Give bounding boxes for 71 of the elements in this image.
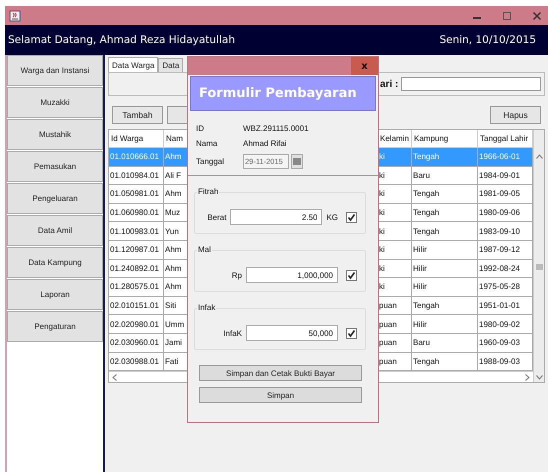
field-label: Berat bbox=[207, 212, 226, 222]
field-label: Nama bbox=[196, 139, 218, 148]
table-cell[interactable]: 01.280575.01 bbox=[109, 278, 164, 297]
app-icon bbox=[9, 10, 21, 22]
column-header[interactable]: Kampung bbox=[412, 130, 478, 148]
table-cell[interactable]: 01.120987.01 bbox=[109, 240, 164, 260]
table-cell[interactable]: Hilir bbox=[412, 315, 478, 334]
table-cell[interactable]: 01.010984.01 bbox=[109, 166, 164, 186]
sidebar-button[interactable]: Muzakki bbox=[7, 87, 103, 118]
delete-button[interactable]: Hapus bbox=[490, 106, 541, 124]
column-header[interactable]: Id Warga bbox=[109, 130, 164, 148]
sidebar-button[interactable]: Data Amil bbox=[7, 215, 103, 246]
checkbox[interactable] bbox=[346, 270, 357, 280]
maximize-icon[interactable] bbox=[502, 10, 512, 20]
sidebar-button[interactable]: Pengeluaran bbox=[7, 183, 103, 214]
table-cell[interactable]: 02.010151.01 bbox=[109, 296, 164, 316]
field-value: WBZ.291115.0001 bbox=[243, 124, 309, 133]
table-cell[interactable]: 02.030960.01 bbox=[109, 334, 164, 353]
table-cell[interactable]: 02.020980.01 bbox=[109, 315, 164, 334]
table-cell[interactable]: Hilir bbox=[412, 278, 478, 297]
amount-field[interactable]: 2.50 bbox=[230, 209, 322, 225]
sidebar-button[interactable]: Pemasukan bbox=[7, 151, 103, 182]
field-label: ID bbox=[196, 124, 205, 133]
unit-label: KG bbox=[326, 212, 338, 222]
tab[interactable]: Data bbox=[158, 58, 184, 72]
add-button[interactable]: Tambah bbox=[112, 106, 163, 124]
table-cell[interactable]: Baru bbox=[412, 334, 478, 353]
dialog-button[interactable]: Simpan bbox=[199, 387, 362, 403]
field-label: Rp bbox=[232, 270, 242, 280]
sidebar-button[interactable]: Laporan bbox=[7, 279, 103, 310]
checkbox[interactable] bbox=[346, 212, 357, 222]
sidebar-button[interactable]: Mustahik bbox=[7, 119, 103, 150]
group-legend: Mal bbox=[197, 245, 212, 254]
grip-icon[interactable] bbox=[536, 264, 542, 270]
table-cell[interactable]: Tengah bbox=[412, 296, 478, 316]
table-cell[interactable]: 01.100983.01 bbox=[109, 222, 164, 241]
group-legend: Infak bbox=[197, 303, 216, 312]
table-cell[interactable]: 02.030988.01 bbox=[109, 352, 164, 372]
table-cell[interactable]: 01.050981.01 bbox=[109, 185, 164, 204]
table-cell[interactable]: 01.060980.01 bbox=[109, 204, 164, 222]
column-header[interactable]: Tanggal Lahir bbox=[478, 130, 533, 148]
table-cell[interactable]: Hilir bbox=[412, 240, 478, 260]
close-icon[interactable] bbox=[532, 10, 542, 20]
table-cell[interactable]: Tengah bbox=[412, 204, 478, 222]
column-header[interactable]: Kelamin bbox=[378, 130, 412, 148]
table-cell[interactable]: Baru bbox=[412, 166, 478, 186]
tab[interactable]: Data Warga bbox=[108, 57, 158, 72]
field-value: Ahmad Rifai bbox=[243, 139, 287, 148]
date-text: Senin, 10/10/2015 bbox=[439, 34, 536, 46]
field-label: InfaK bbox=[223, 328, 242, 338]
greeting-text: Selamat Datang, Ahmad Reza Hidayatullah bbox=[8, 34, 235, 46]
table-cell[interactable]: Hilir bbox=[412, 260, 478, 278]
field-label: Tanggal bbox=[196, 156, 226, 166]
dialog-title: Formulir Pembayaran bbox=[199, 86, 357, 101]
amount-field[interactable]: 50,000 bbox=[246, 325, 338, 341]
dialog-button[interactable]: Simpan dan Cetak Bukti Bayar bbox=[199, 365, 362, 381]
search-field[interactable] bbox=[401, 77, 542, 91]
table-cell[interactable]: Tengah bbox=[412, 352, 478, 372]
table-cell[interactable]: Tengah bbox=[412, 185, 478, 204]
table-cell[interactable]: Tengah bbox=[412, 222, 478, 241]
close-button[interactable]: x bbox=[351, 57, 378, 75]
amount-field[interactable]: 1,000,000 bbox=[246, 267, 338, 283]
group-legend: Fitrah bbox=[197, 187, 220, 196]
calendar-button[interactable] bbox=[291, 154, 303, 168]
search-label: ari : bbox=[380, 78, 398, 90]
sidebar-button[interactable]: Pengaturan bbox=[7, 311, 103, 342]
vertical-scrollbar[interactable] bbox=[533, 130, 544, 382]
checkbox[interactable] bbox=[346, 328, 357, 338]
table-cell[interactable]: 01.240892.01 bbox=[109, 260, 164, 278]
sidebar-button[interactable]: Warga dan Instansi bbox=[7, 55, 103, 86]
sidebar-button[interactable]: Data Kampung bbox=[7, 247, 103, 278]
